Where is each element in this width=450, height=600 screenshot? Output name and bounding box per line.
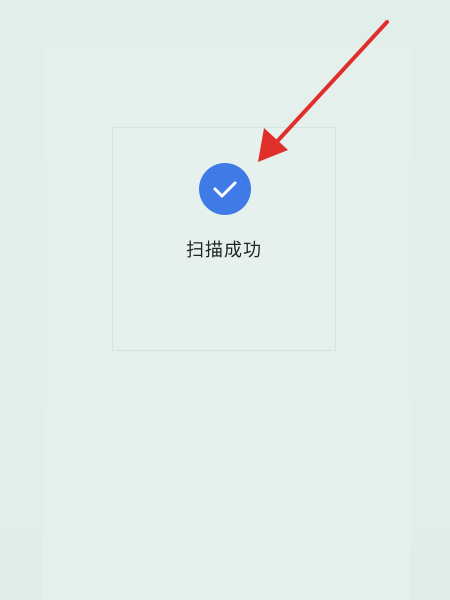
page-background: 扫描成功 bbox=[0, 0, 450, 600]
success-badge bbox=[199, 163, 251, 215]
check-icon bbox=[213, 181, 237, 198]
scan-status-text: 扫描成功 bbox=[186, 240, 262, 261]
